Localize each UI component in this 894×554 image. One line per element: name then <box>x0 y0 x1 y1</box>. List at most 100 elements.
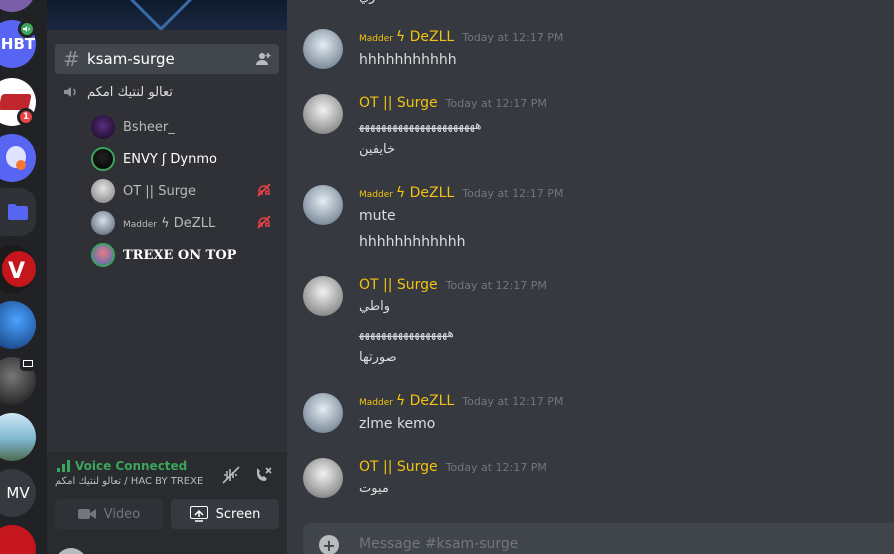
mention-badge: 1 <box>17 108 35 126</box>
signal-icon <box>57 460 70 472</box>
voice-user-name-main: ϟ DeZLL <box>161 215 216 231</box>
message-header: Madder ϟ DeZLL Today at 12:17 PM <box>359 393 563 409</box>
message-text: hhhhhhhhhhh <box>359 52 457 68</box>
voice-user-name: TREXE ON TOP <box>123 247 237 263</box>
voice-user-name: Madder ϟ DeZLL <box>123 216 215 231</box>
noise-suppression-icon[interactable] <box>221 465 241 485</box>
message-header: Madder ϟ DeZLL Today at 12:17 PM <box>359 29 563 45</box>
server-icon-blue[interactable] <box>0 301 36 349</box>
server-mv[interactable]: MV <box>0 469 36 517</box>
voice-panel: Voice Connected تعالو لنتيك امكم / HAC B… <box>47 452 287 554</box>
author-name[interactable]: ϟ DeZLL <box>396 185 454 201</box>
speaker-icon <box>18 20 36 38</box>
message-text: zlme kemo <box>359 416 436 432</box>
add-member-icon[interactable] <box>255 51 271 67</box>
message-timestamp: Today at 12:17 PM <box>462 395 564 408</box>
message-text: ﻫﻬﻬﻬﻬﻬﻬﻬﻬﻬﻬﻬﻬﻬﻬﻬﻬ <box>359 326 454 340</box>
server-icon-top[interactable] <box>0 0 36 12</box>
author-name[interactable]: ϟ DeZLL <box>396 393 454 409</box>
message-header: OT || Surge Today at 12:17 PM <box>359 277 547 293</box>
voice-user[interactable]: OT || Surge <box>91 178 279 204</box>
avatar[interactable] <box>303 393 343 433</box>
voice-user[interactable]: Madder ϟ DeZLL <box>91 210 279 236</box>
message-text: hhhhhhhhhhhh <box>359 234 466 250</box>
hashtag-icon: # <box>63 47 80 71</box>
voice-user[interactable]: TREXE ON TOP <box>91 242 279 268</box>
message-header: Madder ϟ DeZLL Today at 12:17 PM <box>359 185 563 201</box>
screen-label: Screen <box>215 506 261 522</box>
video-label: Video <box>103 506 141 522</box>
speaker-icon <box>64 87 76 97</box>
video-button[interactable]: Video <box>55 499 163 529</box>
avatar[interactable] <box>303 94 343 134</box>
message-text: واطي <box>359 299 391 314</box>
avatar <box>91 243 115 267</box>
author-name[interactable]: OT || Surge <box>359 277 438 293</box>
message-list: ﺯﻱ Madder ϟ DeZLL Today at 12:17 PM hhhh… <box>287 0 894 554</box>
voice-status-label: Voice Connected <box>75 459 188 473</box>
voice-user-name: OT || Surge <box>123 183 197 199</box>
avatar <box>91 179 115 203</box>
screen-share-button[interactable]: Screen <box>171 499 279 529</box>
message-tail: ﺯﻱ <box>359 0 375 5</box>
server-icon-bot[interactable] <box>0 134 36 182</box>
author-prefix[interactable]: Madder <box>359 34 393 44</box>
voice-channel[interactable]: تعالو لنتيك امكم <box>63 82 173 102</box>
user-avatar[interactable] <box>55 548 87 554</box>
message-composer: + <box>303 523 894 554</box>
message-text: mute <box>359 208 396 224</box>
message-text: ميوت <box>359 481 389 496</box>
monitor-icon <box>20 357 36 371</box>
disconnect-icon[interactable] <box>253 465 273 485</box>
avatar[interactable] <box>303 29 343 69</box>
voice-status[interactable]: Voice Connected <box>57 459 187 473</box>
message-text: ﻫﻬﻬﻬﻬﻬﻬﻬﻬﻬﻬﻬﻬﻬﻬﻬﻬﻬﻬﻬﻬﻬ <box>359 118 482 132</box>
server-hbt-label: HBT <box>0 35 36 53</box>
camera-icon <box>77 509 96 519</box>
server-rail: HBT 1 V MV <box>0 0 47 554</box>
channel-sidebar: # ksam-surge تعالو لنتيك امكم Bsheer_ EN… <box>47 0 287 554</box>
avatar[interactable] <box>303 276 343 316</box>
server-mv-label: MV <box>6 484 30 502</box>
message-timestamp: Today at 12:17 PM <box>445 97 547 110</box>
add-attachment-icon[interactable]: + <box>319 535 339 554</box>
message-timestamp: Today at 12:17 PM <box>445 279 547 292</box>
voice-user[interactable]: ENVY ʃ Dynmo <box>91 146 279 172</box>
message-text: صورتها <box>359 350 397 365</box>
message-input[interactable] <box>359 536 859 552</box>
screen-share-icon <box>189 506 208 522</box>
avatar <box>91 211 115 235</box>
deafened-icon <box>257 215 271 229</box>
avatar[interactable] <box>303 458 343 498</box>
banner-logo <box>129 0 193 30</box>
channel-ksam-surge[interactable]: # ksam-surge <box>55 44 279 74</box>
voice-user[interactable]: Bsheer_ <box>91 114 279 140</box>
author-prefix[interactable]: Madder <box>359 190 393 200</box>
voice-status-subtitle[interactable]: تعالو لنتيك امكم / HAC BY TREXE <box>55 476 203 487</box>
avatar <box>91 147 115 171</box>
message-timestamp: Today at 12:17 PM <box>462 187 564 200</box>
author-prefix[interactable]: Madder <box>359 398 393 408</box>
server-icon-s[interactable] <box>0 525 36 554</box>
server-icon-v[interactable]: V <box>0 245 36 293</box>
message-header: OT || Surge Today at 12:17 PM <box>359 95 547 111</box>
voice-user-prefix: Madder <box>123 219 157 230</box>
voice-user-name: Bsheer_ <box>123 119 175 135</box>
message-text: خايفين <box>359 142 396 157</box>
voice-user-name: ENVY ʃ Dynmo <box>123 151 217 167</box>
message-timestamp: Today at 12:17 PM <box>445 461 547 474</box>
voice-channel-name: تعالو لنتيك امكم <box>87 84 173 100</box>
server-folder[interactable] <box>0 188 36 236</box>
channel-name: ksam-surge <box>87 50 175 68</box>
avatar[interactable] <box>303 185 343 225</box>
author-name[interactable]: ϟ DeZLL <box>396 29 454 45</box>
author-name[interactable]: OT || Surge <box>359 95 438 111</box>
folder-icon <box>8 204 28 220</box>
server-icon-beach[interactable] <box>0 413 36 461</box>
message-header: OT || Surge Today at 12:17 PM <box>359 459 547 475</box>
message-timestamp: Today at 12:17 PM <box>462 31 564 44</box>
avatar <box>91 115 115 139</box>
deafened-icon <box>257 183 271 197</box>
server-banner <box>47 0 287 30</box>
author-name[interactable]: OT || Surge <box>359 459 438 475</box>
